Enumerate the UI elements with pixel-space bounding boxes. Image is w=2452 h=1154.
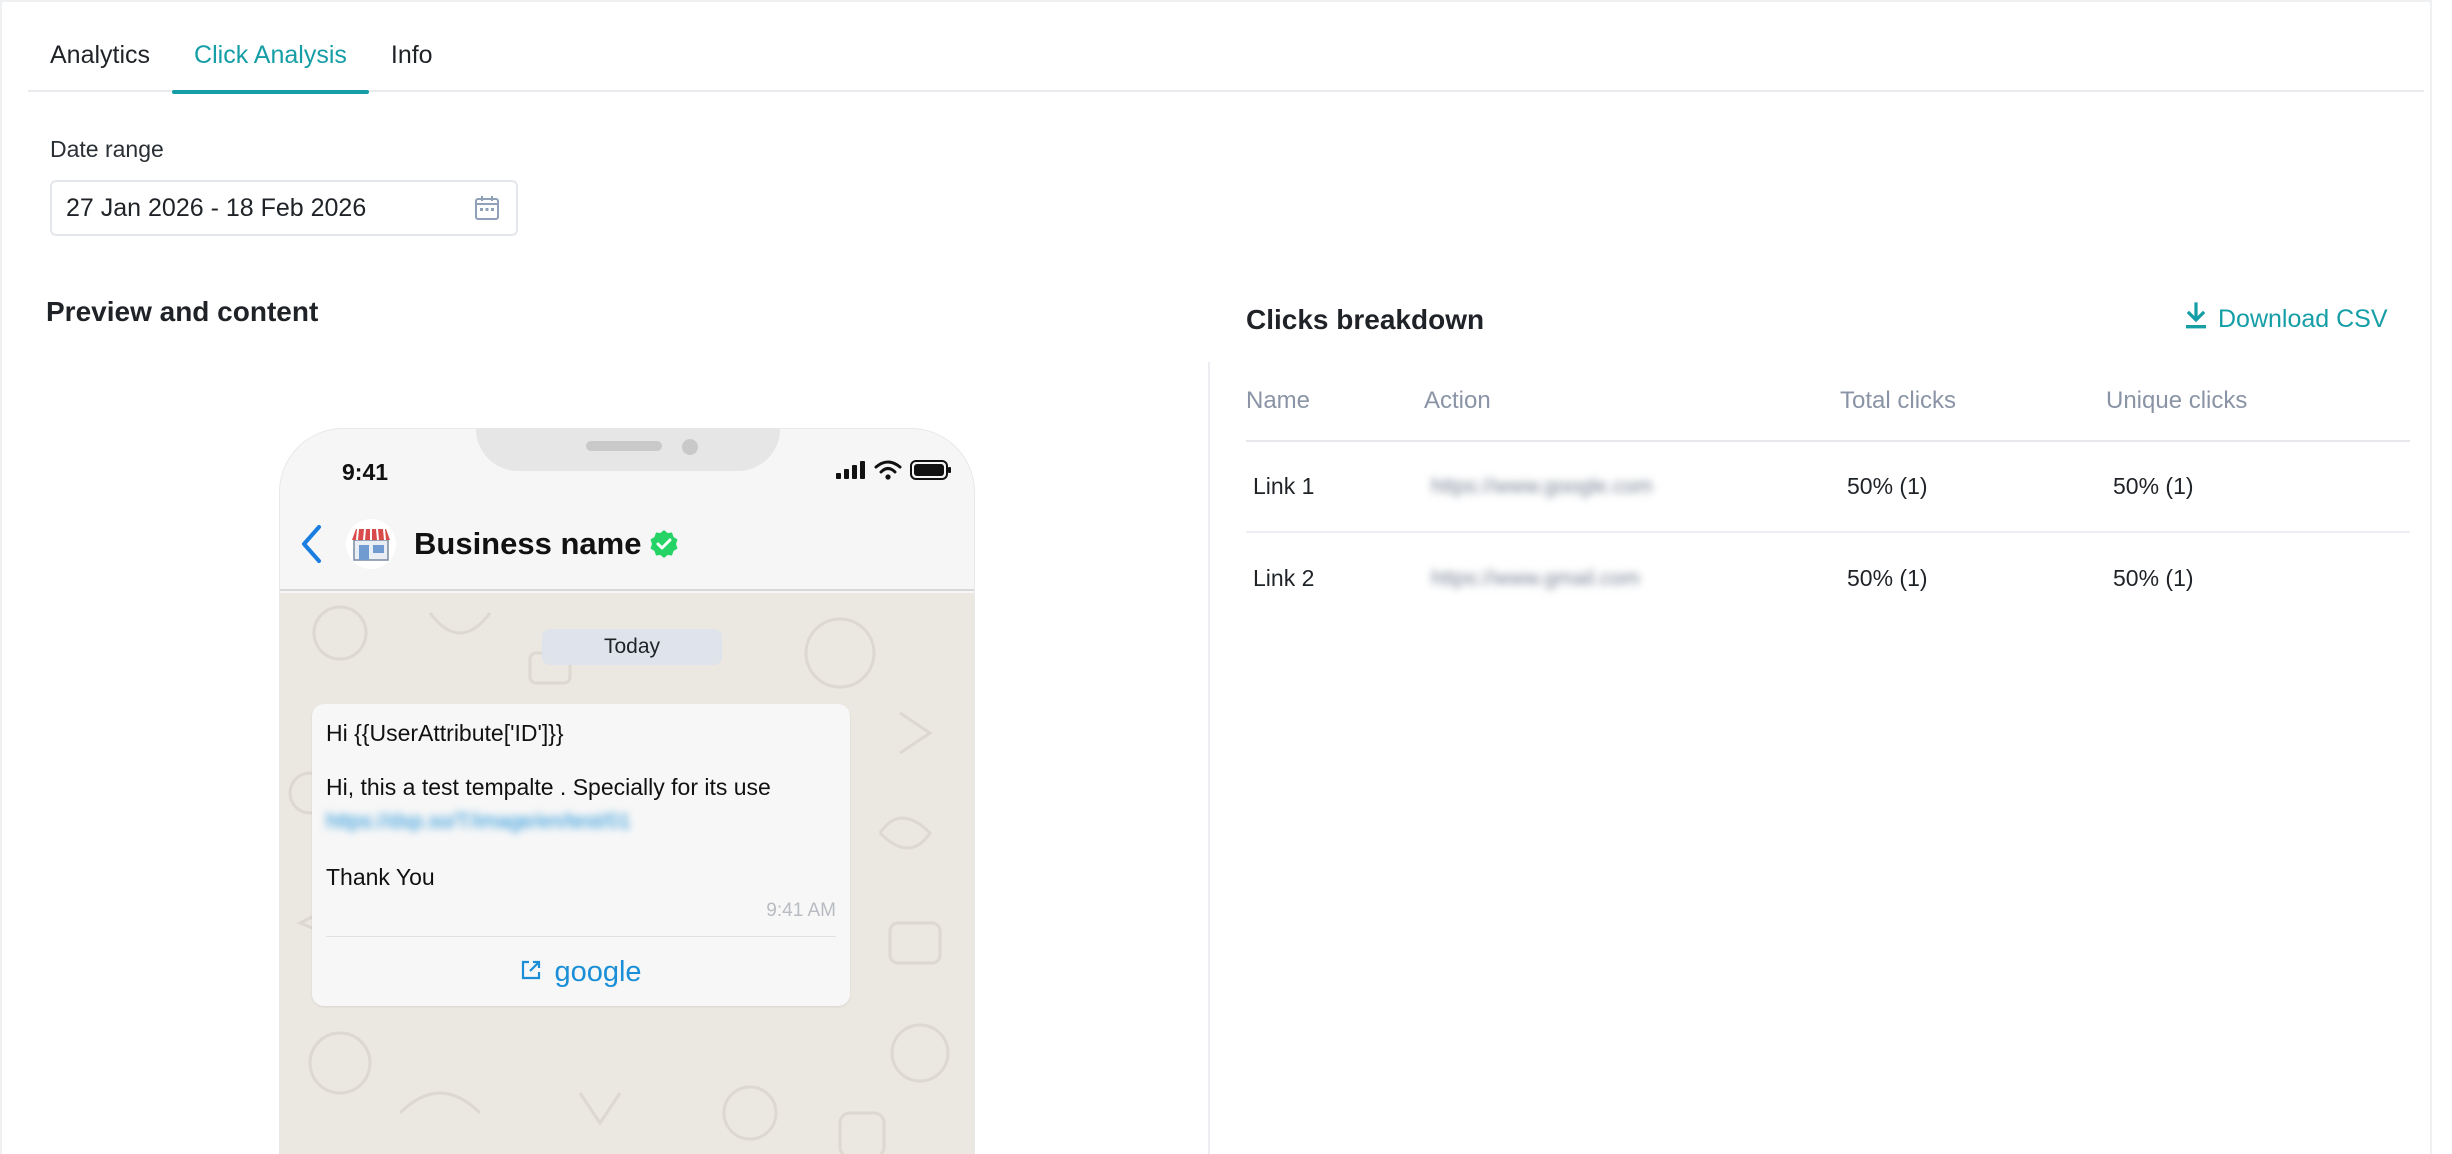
signal-icon xyxy=(836,461,866,484)
battery-icon xyxy=(910,460,952,485)
status-icons xyxy=(836,460,952,485)
phone-preview: 9:41 Business name Today Hi {{UserAttrib… xyxy=(279,428,975,1154)
clicks-heading: Clicks breakdown xyxy=(1246,304,1485,335)
cell-total-clicks: 50% (1) xyxy=(1847,473,1928,499)
message-time: 9:41 AM xyxy=(766,900,836,921)
clicks-table: Name Action Total clicks Unique clicks L… xyxy=(1246,362,2410,624)
cta-label: google xyxy=(554,955,642,988)
table-row: Link 2 https://www.gmail.com 50% (1) 50%… xyxy=(1246,533,2410,624)
phone-notch xyxy=(476,429,780,471)
column-header-action: Action xyxy=(1424,387,1491,414)
cell-unique-clicks: 50% (1) xyxy=(2113,473,2194,499)
date-chip: Today xyxy=(542,629,722,665)
speaker-grill xyxy=(586,441,662,451)
bubble-divider xyxy=(326,936,836,937)
tab-click-analysis[interactable]: Click Analysis xyxy=(172,20,369,94)
download-csv-label: Download CSV xyxy=(2218,305,2388,333)
column-header-name: Name xyxy=(1246,387,1311,414)
message-greeting: Hi {{UserAttribute['ID']}} xyxy=(326,720,564,746)
preview-heading: Preview and content xyxy=(46,296,319,327)
camera-dot xyxy=(682,439,698,455)
message-bubble: Hi {{UserAttribute['ID']}} Hi, this a te… xyxy=(312,704,850,1006)
cell-total-clicks: 50% (1) xyxy=(1847,565,1928,591)
date-range-value: 27 Jan 2026 - 18 Feb 2026 xyxy=(66,193,367,222)
cell-name: Link 1 xyxy=(1253,473,1315,499)
download-csv-button[interactable]: Download CSV xyxy=(2184,302,2388,337)
table-row: Link 1 https://www.google.com 50% (1) 50… xyxy=(1246,442,2410,533)
cell-action: https://www.google.com xyxy=(1431,474,1653,498)
cell-action: https://www.gmail.com xyxy=(1431,566,1640,590)
back-arrow-icon[interactable] xyxy=(294,524,328,564)
business-name: Business name xyxy=(414,526,642,561)
cta-google-button[interactable]: google xyxy=(312,938,850,1006)
column-header-unique-clicks: Unique clicks xyxy=(2106,387,2248,414)
tab-analytics[interactable]: Analytics xyxy=(28,20,172,92)
tab-bar: Analytics Click Analysis Info xyxy=(28,20,2424,94)
column-header-total-clicks: Total clicks xyxy=(1840,387,1957,414)
status-time: 9:41 xyxy=(342,459,389,485)
wifi-icon xyxy=(874,460,902,485)
cell-unique-clicks: 50% (1) xyxy=(2113,565,2194,591)
tab-info[interactable]: Info xyxy=(369,20,455,92)
date-range-input[interactable]: 27 Jan 2026 - 18 Feb 2026 xyxy=(50,180,518,236)
message-closing: Thank You xyxy=(326,864,435,890)
message-body: Hi, this a test tempalte . Specially for… xyxy=(326,774,771,800)
external-link-icon xyxy=(520,956,542,989)
section-divider xyxy=(1208,362,1210,1154)
chat-header: Business name xyxy=(280,499,974,591)
table-header: Name Action Total clicks Unique clicks xyxy=(1246,362,2410,442)
verified-badge-icon xyxy=(649,529,679,559)
message-link[interactable]: https://dsp.so/T/image/en/test/01 xyxy=(326,810,631,834)
cell-name: Link 2 xyxy=(1253,565,1315,591)
download-icon xyxy=(2184,302,2208,337)
calendar-icon[interactable] xyxy=(472,194,502,222)
date-range-label: Date range xyxy=(50,136,164,162)
store-icon xyxy=(346,519,396,569)
